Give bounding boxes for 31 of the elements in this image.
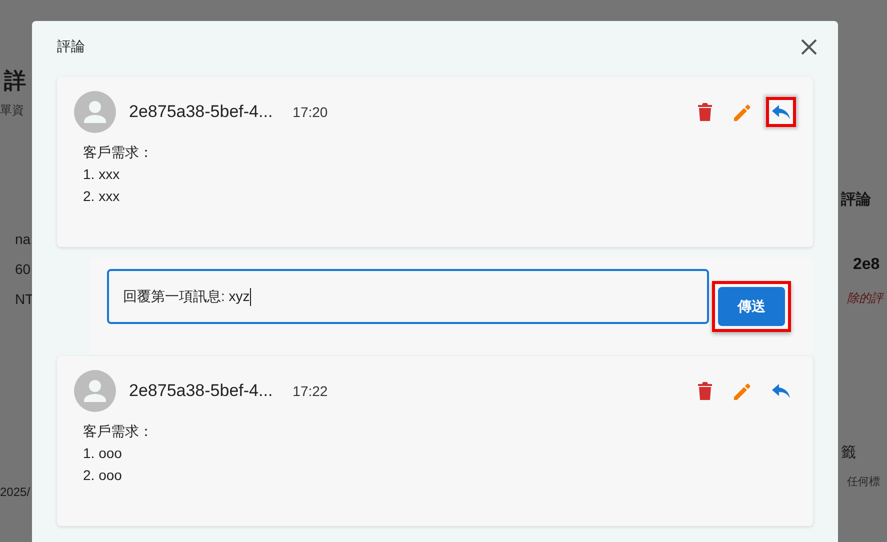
page-text: 2025/ [0,485,32,499]
page-text: NT [14,291,32,307]
reply-input-field[interactable]: 回覆第一項訊息: xyz [107,269,709,324]
comment-author: 2e875a38-5bef-4... [129,381,273,401]
page-text: 任何標 [847,475,880,489]
pencil-icon [734,382,752,400]
dialog-title: 評論 [57,38,85,56]
page-text: 詳 [2,67,27,95]
send-button[interactable]: 傳送 [718,287,785,326]
trash-icon [698,382,712,400]
comment-author: 2e875a38-5bef-4... [129,102,273,122]
page-text: 評論 [841,190,871,209]
avatar-icon [74,370,116,412]
page-text: 單資 [0,102,25,119]
comment-text: 客戶需求： 1. ooo 2. ooo [82,422,154,485]
close-icon [800,38,818,56]
page-text: 2e8 [853,256,880,274]
page-text: 籤 [841,443,856,462]
reply-button[interactable] [766,97,796,127]
page-text: na [14,231,32,247]
close-button[interactable] [800,38,818,56]
comment-time: 17:20 [292,104,328,120]
page-text: 除的評 [847,290,883,307]
comment-text: 客戶需求： 1. xxx 2. xxx [82,143,154,206]
trash-icon [698,103,712,121]
reply-arrow-icon [772,384,790,398]
reply-arrow-icon [772,105,790,119]
pencil-icon [734,103,752,121]
comment-time: 17:22 [292,383,328,399]
avatar-icon [74,91,116,133]
page-text: 60 [14,261,32,277]
